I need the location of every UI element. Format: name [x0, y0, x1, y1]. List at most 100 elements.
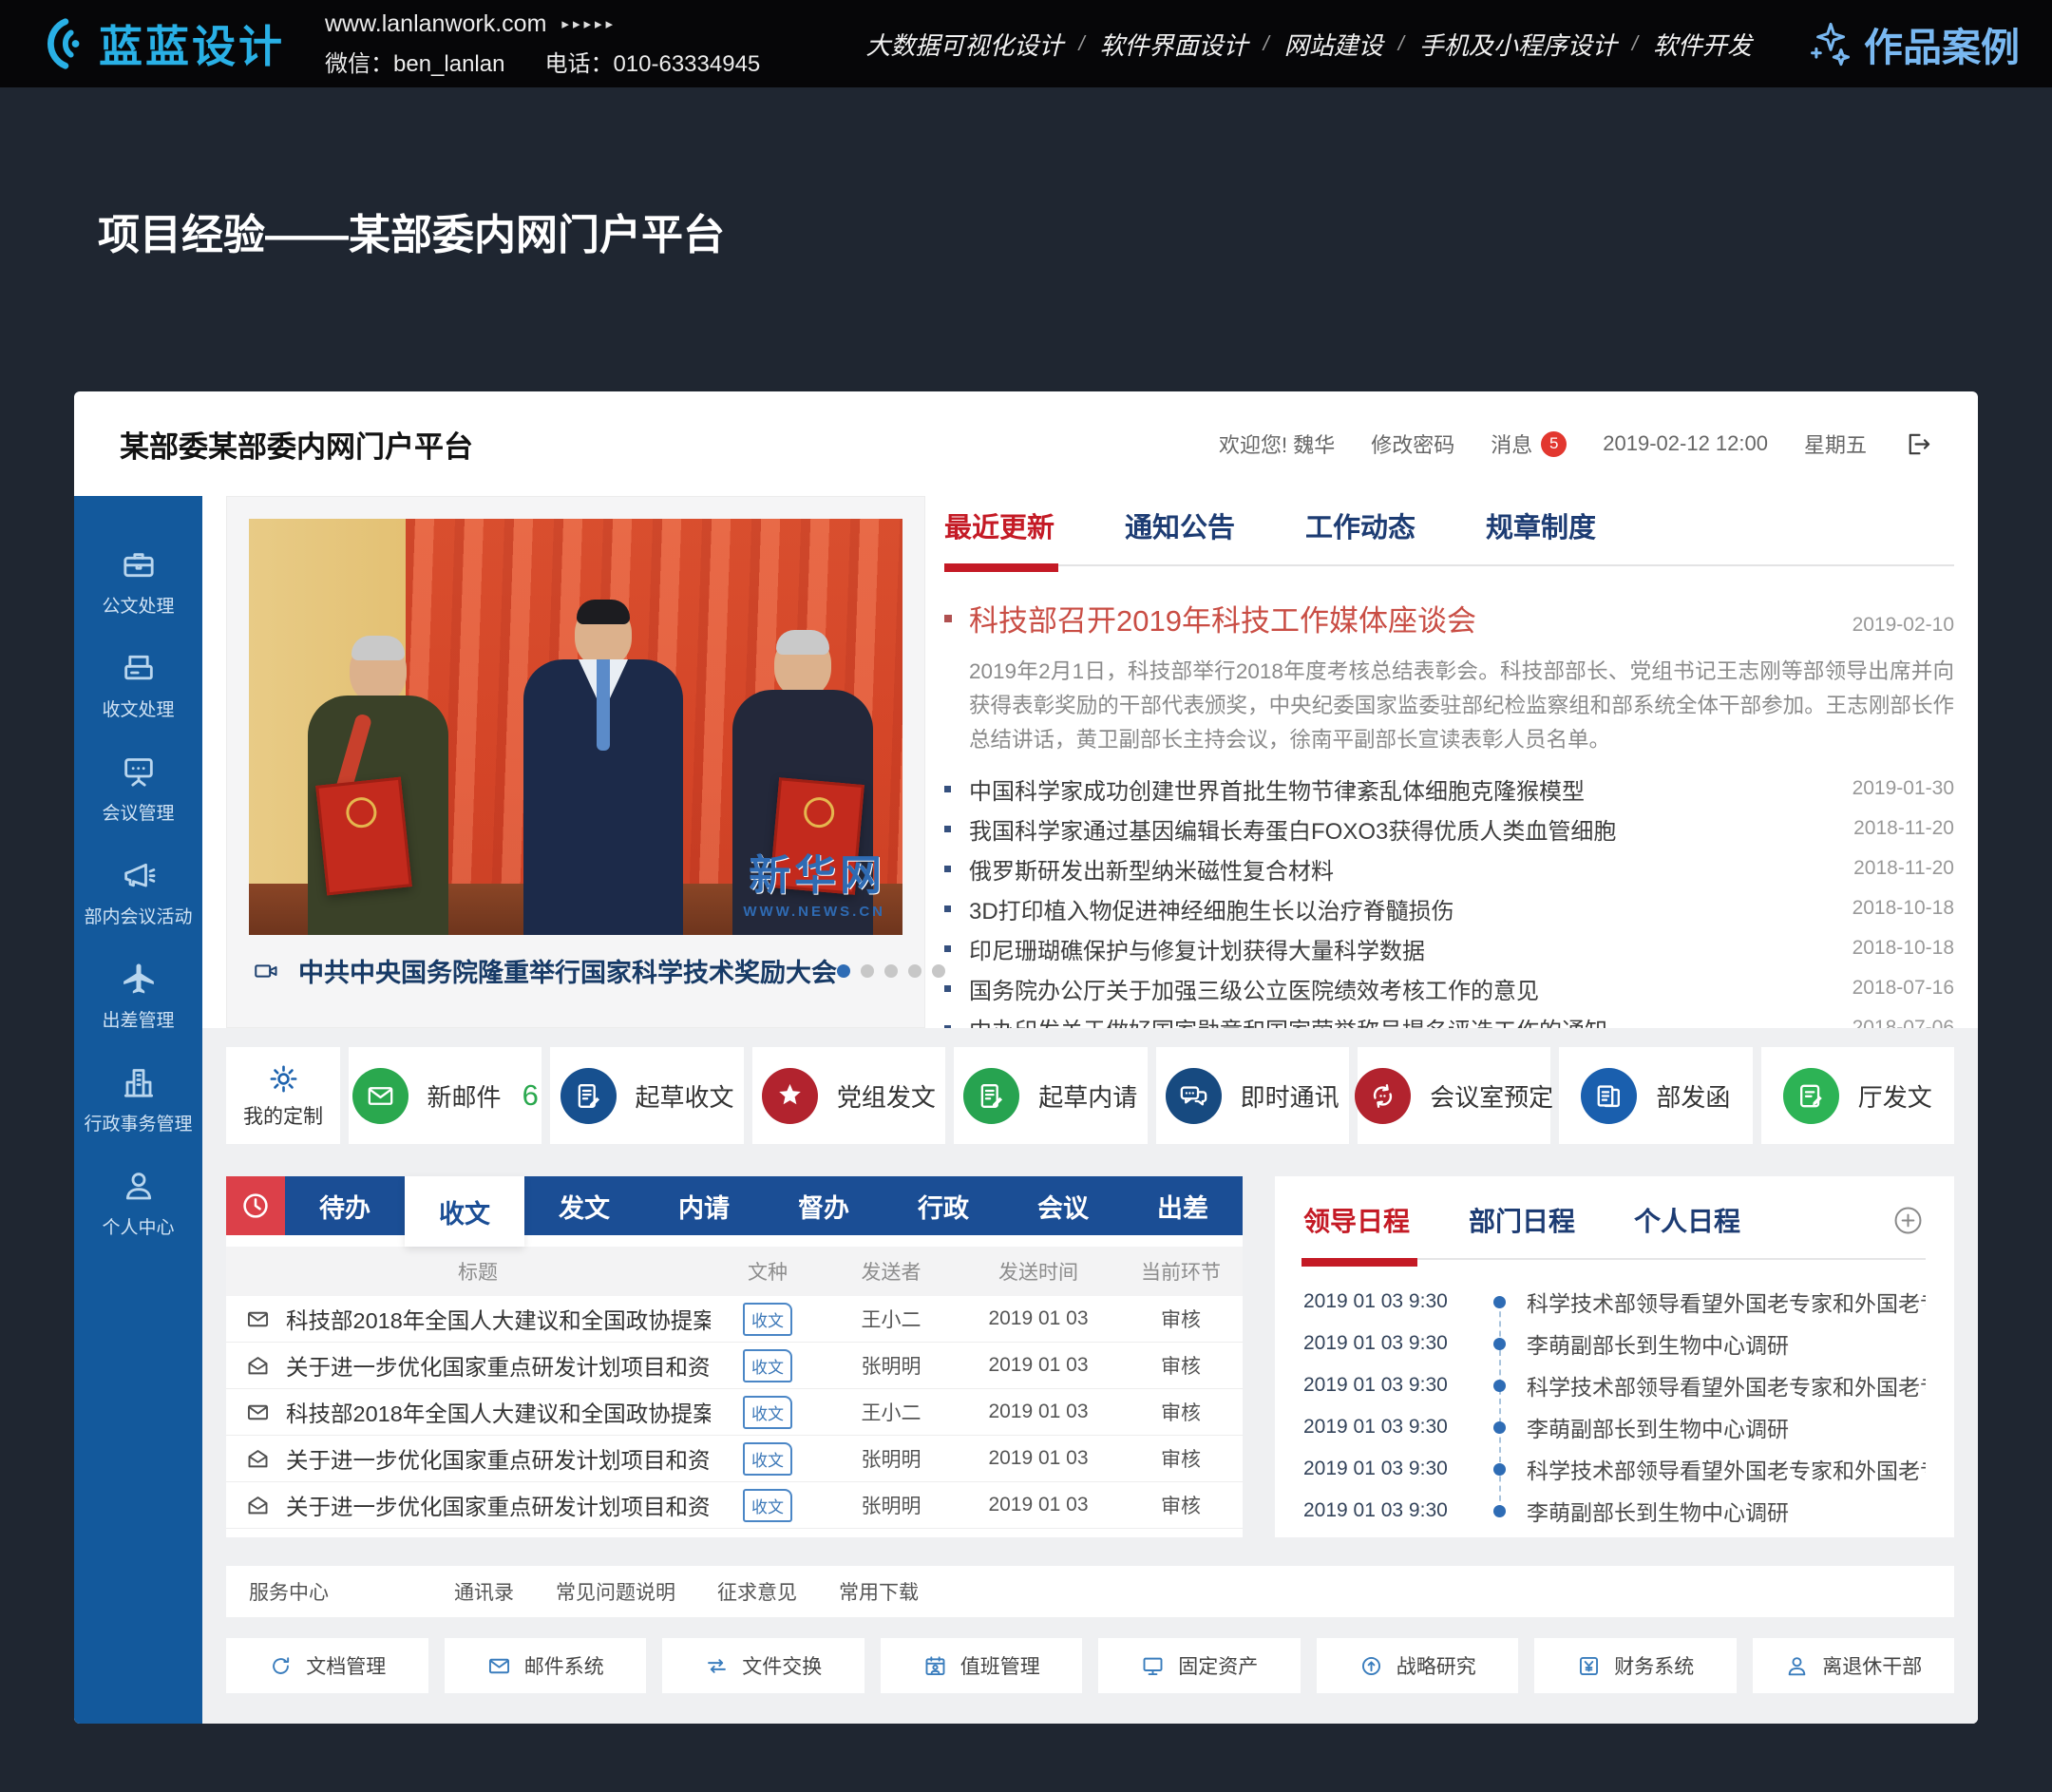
app-button-label: 固定资产	[1178, 1651, 1258, 1680]
todo-table-row[interactable]: 科技部2018年全国人大建议和全国政协提案办理情况收文王小二2019 01 03…	[226, 1296, 1243, 1343]
todo-row-title: 科技部2018年全国人大建议和全国政协提案办理情况	[286, 1396, 711, 1428]
todo-row-step: 审核	[1119, 1491, 1243, 1519]
carousel-dot-4[interactable]	[908, 964, 922, 978]
news-list-item[interactable]: 印尼珊瑚礁保护与修复计划获得大量科学数据2018-10-18	[944, 928, 1954, 968]
quick-action-meeting-room-booking[interactable]: 会议室预定	[1358, 1047, 1550, 1144]
todo-table-row[interactable]: 关于进一步优化国家重点研发计划项目和资金管理的通知收文张明明2019 01 03…	[226, 1482, 1243, 1529]
schedule-tab-1[interactable]: 领导日程	[1303, 1201, 1410, 1239]
sidebar-item-admin-affairs-management[interactable]: 行政事务管理	[74, 1063, 202, 1167]
carousel-photo[interactable]: 新华网 WWW.NEWS.CN	[249, 519, 902, 935]
nav-separator: /	[1078, 31, 1084, 56]
schedule-item[interactable]: 2019 01 03 9:30李萌副部长到生物中心调研	[1303, 1490, 1926, 1532]
top-row: 新华网 WWW.NEWS.CN 中共中央国务院隆重举行国家科学技术奖励大会 最近…	[202, 496, 1978, 1028]
sync-icon	[1367, 1080, 1398, 1112]
sidebar-item-doc-processing[interactable]: 公文处理	[74, 545, 202, 649]
app-button-file-exchange[interactable]: 文件交换	[662, 1638, 864, 1693]
news-list-item[interactable]: 3D打印植入物促进神经细胞生长以治疗脊髓损伤2018-10-18	[944, 888, 1954, 928]
news-list-item[interactable]: 俄罗斯研发出新型纳米磁性复合材料2018-11-20	[944, 848, 1954, 888]
todo-tab-2[interactable]: 收文	[405, 1176, 524, 1247]
carousel-dot-2[interactable]	[861, 964, 874, 978]
mail-open-icon	[245, 1353, 271, 1379]
schedule-tab-3[interactable]: 个人日程	[1634, 1201, 1740, 1239]
sidebar-item-receive-doc-processing[interactable]: 收文处理	[74, 649, 202, 753]
new-mail-count: 6	[522, 1078, 539, 1113]
quick-action-my-customization[interactable]: 我的定制	[226, 1047, 340, 1144]
quick-action-instant-messaging[interactable]: 即时通讯	[1156, 1047, 1349, 1144]
nav-item-4[interactable]: 手机及小程序设计	[1419, 27, 1617, 62]
sidebar-item-business-trip-management[interactable]: 出差管理	[74, 960, 202, 1063]
carousel-dot-1[interactable]	[837, 964, 850, 978]
service-link-3[interactable]: 常见问题说明	[556, 1577, 675, 1606]
schedule-item[interactable]: 2019 01 03 9:30李萌副部长到生物中心调研	[1303, 1323, 1926, 1364]
todo-row-time: 2019 01 03	[958, 1447, 1119, 1470]
schedule-item[interactable]: 2019 01 03 9:30科学技术部领导看望外国老专家和外国老专家家属	[1303, 1281, 1926, 1323]
carousel-dot-3[interactable]	[884, 964, 898, 978]
quick-action-label: 起草内请	[1038, 1078, 1137, 1114]
news-tab-1[interactable]: 最近更新	[944, 505, 1054, 545]
quick-action-ministry-letter[interactable]: 部发函	[1559, 1047, 1752, 1144]
plane-icon	[120, 960, 158, 998]
todo-row-sender: 张明明	[825, 1491, 958, 1519]
todo-table-row[interactable]: 关于进一步优化国家重点研发计划项目和资金管理的通知收文张明明2019 01 03…	[226, 1436, 1243, 1482]
todo-tab-6[interactable]: 行政	[884, 1176, 1003, 1235]
sidebar-item-personal-center[interactable]: 个人中心	[74, 1167, 202, 1270]
sidebar-item-internal-meeting-activities[interactable]: 部内会议活动	[74, 856, 202, 960]
todo-tab-4[interactable]: 内请	[644, 1176, 764, 1235]
quick-action-draft-internal-request[interactable]: 起草内请	[954, 1047, 1147, 1144]
todo-table-row[interactable]: 关于进一步优化国家重点研发计划项目和资金管理的通知收文张明明2019 01 03…	[226, 1343, 1243, 1389]
todo-table-row[interactable]: 科技部2018年全国人大建议和全国政协提案办理情况收文王小二2019 01 03…	[226, 1389, 1243, 1436]
quick-action-office-issue-doc[interactable]: 厅发文	[1761, 1047, 1954, 1144]
site-url[interactable]: www.lanlanwork.com	[325, 10, 546, 38]
news-tab-3[interactable]: 工作动态	[1305, 505, 1416, 545]
todo-tab-1[interactable]: 待办	[285, 1176, 405, 1235]
todo-tab-8[interactable]: 出差	[1123, 1176, 1243, 1235]
carousel-caption[interactable]: 中共中央国务院隆重举行国家科学技术奖励大会	[298, 952, 837, 989]
news-list-item[interactable]: 国务院办公厅关于加强三级公立医院绩效考核工作的意见2018-07-16	[944, 968, 1954, 1008]
messages-link[interactable]: 消息 5	[1491, 429, 1567, 459]
todo-tab-5[interactable]: 督办	[764, 1176, 884, 1235]
news-headline[interactable]: 科技部召开2019年科技工作媒体座谈会	[969, 597, 1476, 639]
nav-item-5[interactable]: 软件开发	[1653, 27, 1752, 62]
app-button-duty-management[interactable]: 值班管理	[881, 1638, 1083, 1693]
app-button-fixed-assets[interactable]: 固定资产	[1098, 1638, 1301, 1693]
service-link-2[interactable]: 通讯录	[454, 1577, 514, 1606]
carousel-dot-5[interactable]	[932, 964, 945, 978]
service-link-5[interactable]: 常用下载	[839, 1577, 919, 1606]
nav-item-2[interactable]: 软件界面设计	[1100, 27, 1248, 62]
todo-tab-3[interactable]: 发文	[524, 1176, 644, 1235]
app-button-mail-system[interactable]: 邮件系统	[445, 1638, 647, 1693]
quick-action-new-mail[interactable]: 新邮件6	[349, 1047, 542, 1144]
todo-tab-7[interactable]: 会议	[1003, 1176, 1123, 1235]
news-list-item[interactable]: 中办印发关于做好国家勋章和国家荣誉称号提名评选工作的通知2018-07-06	[944, 1008, 1954, 1028]
news-list-item[interactable]: 我国科学家通过基因编辑长寿蛋白FOXO3获得优质人类血管细胞2018-11-20	[944, 809, 1954, 848]
nav-item-1[interactable]: 大数据可视化设计	[865, 27, 1063, 62]
quick-action-party-group-doc[interactable]: 党组发文	[752, 1047, 945, 1144]
schedule-item[interactable]: 2019 01 03 9:30科学技术部领导看望外国老专家和外国老专家家属	[1303, 1448, 1926, 1490]
schedule-item[interactable]: 2019 01 03 9:30李萌副部长到生物中心调研	[1303, 1406, 1926, 1448]
logout-icon[interactable]	[1903, 429, 1932, 459]
quick-action-draft-receive-doc[interactable]: 起草收文	[550, 1047, 743, 1144]
doc-type-badge: 收文	[743, 1396, 792, 1429]
nav-item-3[interactable]: 网站建设	[1284, 27, 1383, 62]
app-button-label: 邮件系统	[524, 1651, 604, 1680]
building-icon	[120, 1063, 158, 1101]
logo-text: 蓝蓝设计	[99, 12, 285, 75]
app-button-strategy-research[interactable]: 战略研究	[1317, 1638, 1519, 1693]
headline-bullet	[944, 615, 952, 622]
schedule-item[interactable]: 2019 01 03 9:30科学技术部领导看望外国老专家和外国老专家家属	[1303, 1364, 1926, 1406]
news-tab-2[interactable]: 通知公告	[1125, 505, 1235, 545]
service-link-4[interactable]: 征求意见	[717, 1577, 797, 1606]
logo[interactable]: 蓝蓝设计	[32, 12, 285, 75]
change-password-link[interactable]: 修改密码	[1371, 429, 1454, 459]
news-tab-4[interactable]: 规章制度	[1486, 505, 1596, 545]
portfolio-link[interactable]: 作品案例	[1805, 15, 2020, 72]
sidebar-item-meeting-management[interactable]: 会议管理	[74, 753, 202, 856]
todo-row-step: 审核	[1119, 1351, 1243, 1380]
app-button-retired-cadres[interactable]: 离退休干部	[1753, 1638, 1955, 1693]
app-button-document-management[interactable]: 文档管理	[226, 1638, 428, 1693]
news-list-item[interactable]: 中国科学家成功创建世界首批生物节律紊乱体细胞克隆猴模型2019-01-30	[944, 769, 1954, 809]
schedule-tab-2[interactable]: 部门日程	[1469, 1201, 1575, 1239]
service-link-1[interactable]: 服务中心	[249, 1577, 329, 1606]
app-button-finance-system[interactable]: 财务系统	[1534, 1638, 1737, 1693]
add-schedule-button[interactable]	[1890, 1203, 1926, 1238]
